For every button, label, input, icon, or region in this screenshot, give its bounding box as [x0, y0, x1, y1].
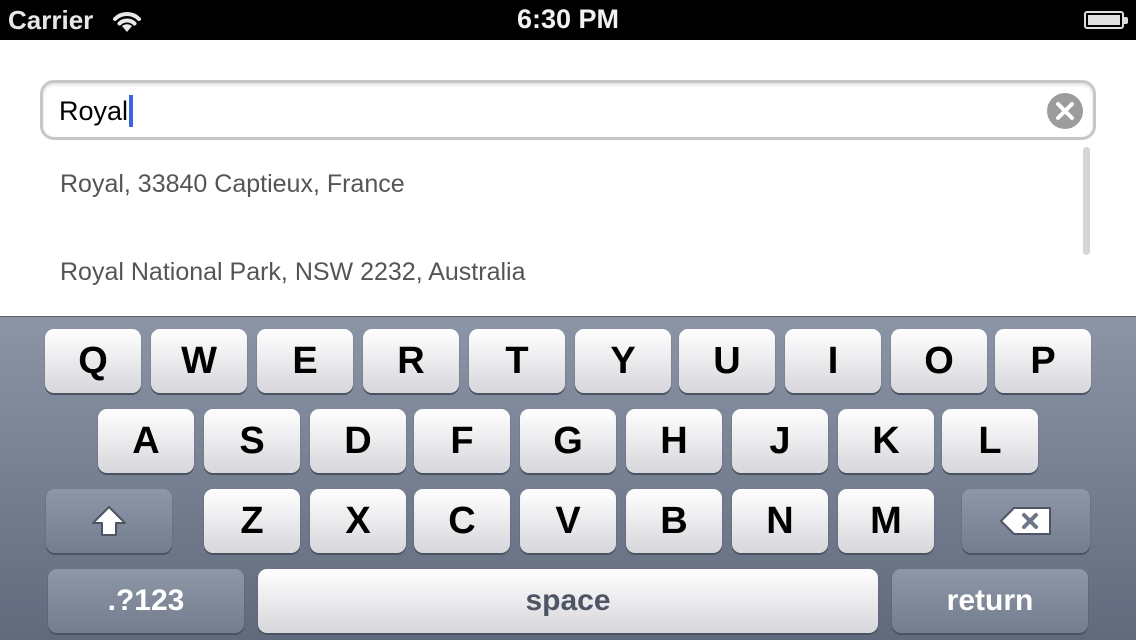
key-s[interactable]: S: [204, 409, 300, 473]
key-d[interactable]: D: [310, 409, 406, 473]
key-a[interactable]: A: [98, 409, 194, 473]
key-h[interactable]: H: [626, 409, 722, 473]
key-u[interactable]: U: [679, 329, 775, 393]
text-caret: [129, 94, 134, 127]
shift-key[interactable]: [46, 489, 172, 553]
status-bar: Carrier 6:30 PM: [0, 0, 1136, 40]
key-x[interactable]: X: [310, 489, 406, 553]
delete-key[interactable]: [962, 489, 1090, 553]
key-m[interactable]: M: [838, 489, 934, 553]
key-w[interactable]: W: [151, 329, 247, 393]
result-item[interactable]: Royal National Park, NSW 2232, Australia: [60, 258, 526, 287]
key-r[interactable]: R: [363, 329, 459, 393]
scroll-indicator[interactable]: [1083, 147, 1090, 255]
key-p[interactable]: P: [995, 329, 1091, 393]
return-key[interactable]: return: [892, 569, 1088, 633]
key-q[interactable]: Q: [45, 329, 141, 393]
numbers-key[interactable]: .?123: [48, 569, 244, 633]
key-t[interactable]: T: [469, 329, 565, 393]
key-g[interactable]: G: [520, 409, 616, 473]
clear-icon[interactable]: [1047, 93, 1083, 129]
battery-icon: [1084, 11, 1128, 29]
key-o[interactable]: O: [891, 329, 987, 393]
key-n[interactable]: N: [732, 489, 828, 553]
space-key[interactable]: space: [258, 569, 878, 633]
search-value: Royal: [59, 94, 134, 129]
key-k[interactable]: K: [838, 409, 934, 473]
key-l[interactable]: L: [942, 409, 1038, 473]
keyboard: Q W E R T Y U I O P A S D F G H J K L Z …: [0, 316, 1136, 640]
key-c[interactable]: C: [414, 489, 510, 553]
key-z[interactable]: Z: [204, 489, 300, 553]
key-b[interactable]: B: [626, 489, 722, 553]
key-i[interactable]: I: [785, 329, 881, 393]
result-item[interactable]: Royal, 33840 Captieux, France: [60, 170, 405, 199]
search-input[interactable]: Royal: [40, 80, 1096, 140]
key-v[interactable]: V: [520, 489, 616, 553]
key-e[interactable]: E: [257, 329, 353, 393]
key-j[interactable]: J: [732, 409, 828, 473]
status-time: 6:30 PM: [516, 4, 620, 34]
key-f[interactable]: F: [414, 409, 510, 473]
key-y[interactable]: Y: [575, 329, 671, 393]
